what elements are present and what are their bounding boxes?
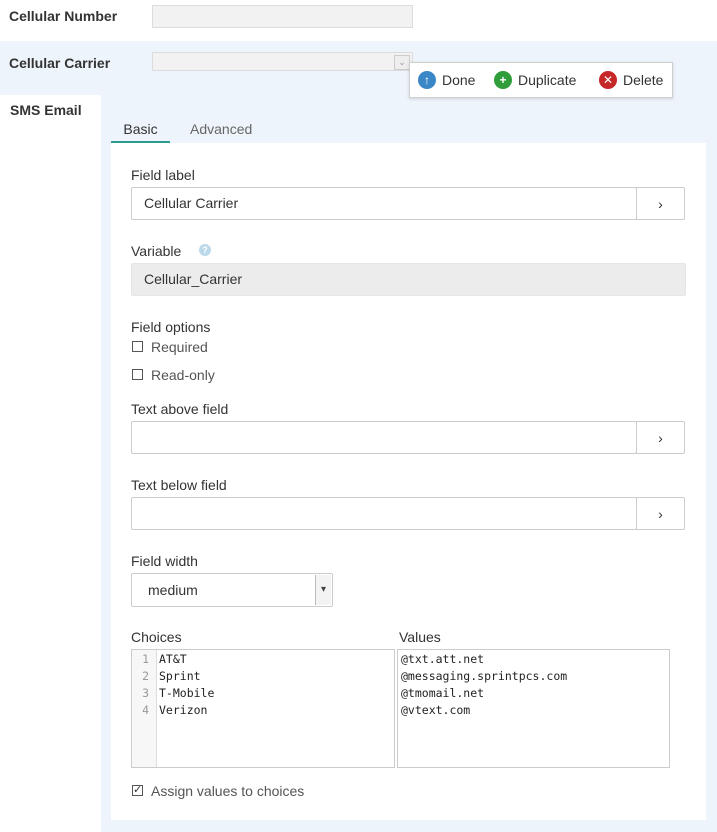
help-icon[interactable]: ? (199, 244, 211, 256)
assign-values-checkbox[interactable]: ✓ (132, 785, 143, 796)
required-checkbox[interactable] (132, 341, 143, 352)
line-number: 3 (142, 686, 149, 700)
cellular-carrier-select[interactable]: ⌄ (152, 52, 413, 71)
text-below-input[interactable] (131, 497, 637, 530)
required-label: Required (151, 339, 208, 355)
text-above-heading: Text above field (131, 401, 229, 417)
value-line: @tmomail.net (401, 686, 485, 700)
values-editor[interactable]: @txt.att.net @messaging.sprintpcs.com @t… (397, 649, 670, 768)
chevron-right-icon: › (658, 505, 663, 522)
readonly-label: Read-only (151, 367, 215, 383)
cellular-number-input[interactable] (152, 5, 413, 28)
text-above-input[interactable] (131, 421, 637, 454)
field-action-toolbar: ↑ Done + Duplicate ✕ Delete (409, 62, 673, 98)
field-width-value: medium (148, 582, 198, 598)
value-line: @vtext.com (401, 703, 471, 717)
text-below-heading: Text below field (131, 477, 227, 493)
chevron-right-icon: › (658, 195, 663, 212)
text-above-expand-button[interactable]: › (636, 421, 685, 454)
chevron-down-icon: ⌄ (394, 55, 410, 70)
tab-advanced-label: Advanced (190, 121, 253, 137)
chevron-down-icon: ▾ (315, 575, 331, 605)
delete-label: Delete (623, 72, 664, 88)
choice-line: AT&T (159, 652, 187, 666)
choice-line: T-Mobile (159, 686, 215, 700)
line-number: 4 (142, 703, 149, 717)
field-label-expand-button[interactable]: › (636, 187, 685, 220)
line-number: 2 (142, 669, 149, 683)
duplicate-label: Duplicate (518, 72, 577, 88)
tab-basic-label: Basic (123, 121, 158, 137)
variable-heading: Variable (131, 243, 182, 259)
close-icon: ✕ (599, 71, 617, 89)
sms-email-label: SMS Email (10, 102, 82, 118)
duplicate-button[interactable]: + Duplicate (494, 71, 576, 89)
delete-button[interactable]: ✕ Delete (599, 71, 663, 89)
done-button[interactable]: ↑ Done (418, 71, 475, 89)
field-width-select[interactable]: medium ▾ (131, 573, 333, 607)
readonly-checkbox[interactable] (132, 369, 143, 380)
tab-advanced[interactable]: Advanced (190, 117, 252, 143)
field-label-input[interactable]: Cellular Carrier (131, 187, 637, 220)
variable-input: Cellular_Carrier (131, 263, 686, 296)
tab-basic[interactable]: Basic (111, 117, 170, 144)
field-width-heading: Field width (131, 553, 198, 569)
values-heading: Values (399, 629, 441, 645)
check-icon: ✓ (133, 784, 143, 796)
cellular-number-label: Cellular Number (9, 8, 118, 24)
choices-editor[interactable]: 1 2 3 4 AT&T Sprint T-Mobile Verizon (131, 649, 395, 768)
plus-icon: + (494, 71, 512, 89)
choice-line: Verizon (159, 703, 208, 717)
done-label: Done (442, 72, 476, 88)
choice-line: Sprint (159, 669, 201, 683)
value-line: @messaging.sprintpcs.com (401, 669, 568, 683)
chevron-right-icon: › (658, 429, 663, 446)
cellular-carrier-label: Cellular Carrier (9, 55, 111, 71)
assign-values-label: Assign values to choices (151, 783, 305, 799)
field-label-heading: Field label (131, 167, 195, 183)
field-options-heading: Field options (131, 319, 211, 335)
choices-heading: Choices (131, 629, 182, 645)
arrow-up-icon: ↑ (418, 71, 436, 89)
text-below-expand-button[interactable]: › (636, 497, 685, 530)
value-line: @txt.att.net (401, 652, 485, 666)
line-number: 1 (142, 652, 149, 666)
